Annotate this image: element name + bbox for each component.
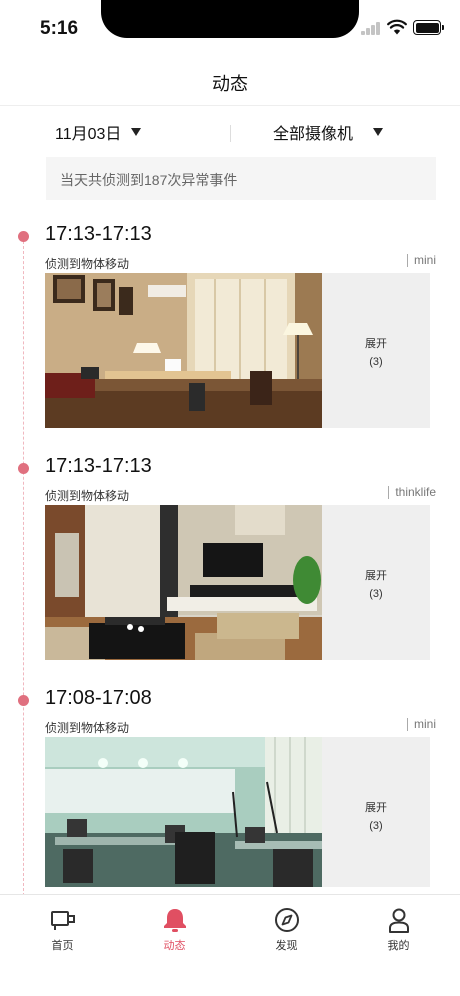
- event-camera-name: thinklife: [388, 486, 436, 499]
- event-snapshot[interactable]: [45, 505, 322, 660]
- camera-filter-label: 全部摄像机: [273, 126, 354, 143]
- event-item[interactable]: 17:08-17:08 侦测到物体移动 mini 展开 (3): [0, 687, 460, 907]
- person-icon: [389, 908, 409, 933]
- timeline-dot: [18, 695, 29, 706]
- expand-button[interactable]: 展开 (3): [322, 273, 430, 428]
- wifi-icon: [387, 19, 407, 35]
- battery-icon: [413, 20, 444, 35]
- event-summary-box: 当天共侦测到187次异常事件: [46, 157, 436, 200]
- expand-label: 展开: [365, 338, 387, 350]
- device-notch: [101, 0, 359, 38]
- timeline-dot: [18, 463, 29, 474]
- dropdown-triangle-icon: [373, 128, 384, 136]
- tab-activity[interactable]: 动态: [117, 895, 232, 955]
- expand-count: (3): [369, 588, 383, 600]
- event-type: 侦测到物体移动: [45, 489, 130, 503]
- tab-label: 我的: [387, 940, 410, 952]
- expand-button[interactable]: 展开 (3): [322, 737, 430, 887]
- timeline-dot: [18, 231, 29, 242]
- event-camera-name: mini: [406, 718, 436, 731]
- filter-divider: [230, 125, 231, 142]
- event-time: 17:08-17:08: [45, 687, 152, 709]
- expand-count: (3): [369, 356, 383, 368]
- tab-label: 首页: [51, 940, 74, 952]
- event-time: 17:13-17:13: [45, 455, 152, 477]
- tab-bar: 首页 动态 发现 我的: [0, 894, 460, 996]
- nav-bar: 动态: [0, 58, 460, 106]
- tab-profile[interactable]: 我的: [341, 895, 456, 955]
- event-summary-text: 当天共侦测到187次异常事件: [60, 172, 238, 188]
- status-time: 5:16: [40, 18, 79, 39]
- signal-icon: [361, 22, 381, 35]
- expand-label: 展开: [365, 570, 387, 582]
- event-item[interactable]: 17:13-17:13 侦测到物体移动 thinklife 展开 (3): [0, 455, 460, 675]
- camera-filter-dropdown[interactable]: 全部摄像机: [273, 120, 384, 144]
- event-snapshot[interactable]: [45, 737, 322, 887]
- dropdown-triangle-icon: [131, 128, 142, 136]
- tab-label: 发现: [275, 940, 298, 952]
- expand-button[interactable]: 展开 (3): [322, 505, 430, 660]
- event-time: 17:13-17:13: [45, 223, 152, 245]
- date-filter-dropdown[interactable]: 11月03日: [55, 120, 142, 144]
- tab-label: 动态: [163, 940, 186, 952]
- event-camera-name: mini: [406, 254, 436, 267]
- event-type: 侦测到物体移动: [45, 721, 130, 735]
- date-filter-label: 11月03日: [55, 126, 122, 143]
- tab-discover[interactable]: 发现: [229, 895, 344, 955]
- page-title: 动态: [212, 74, 248, 94]
- tab-home[interactable]: 首页: [5, 895, 120, 955]
- compass-icon: [275, 908, 299, 932]
- bell-icon: [164, 909, 186, 932]
- event-type: 侦测到物体移动: [45, 257, 130, 271]
- expand-label: 展开: [365, 802, 387, 814]
- event-snapshot[interactable]: [45, 273, 322, 428]
- expand-count: (3): [369, 820, 383, 832]
- filter-bar: 11月03日 全部摄像机: [0, 112, 460, 152]
- camera-icon: [51, 911, 75, 930]
- event-item[interactable]: 17:13-17:13 侦测到物体移动 mini 展开 (3): [0, 223, 460, 443]
- status-bar: 5:16: [0, 0, 460, 58]
